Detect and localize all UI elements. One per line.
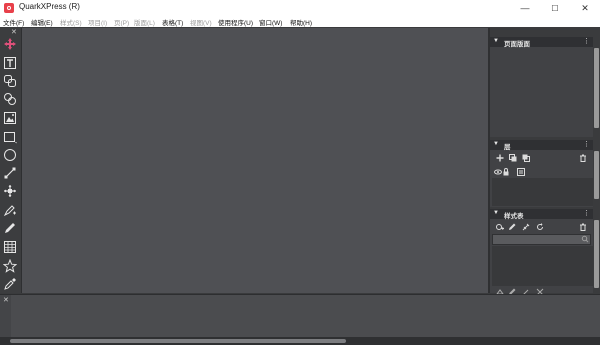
document-workspace[interactable] <box>22 28 488 293</box>
page-layout-panel: ▼ 页面版面 ⋮ <box>490 37 593 137</box>
menu-table[interactable]: 表格(T) <box>162 17 183 27</box>
bottom-panel-close-icon[interactable]: ✕ <box>3 296 9 304</box>
maximize-button[interactable]: ☐ <box>540 0 570 16</box>
menu-file[interactable]: 文件(F) <box>3 17 24 27</box>
scroll-thumb[interactable] <box>594 48 599 128</box>
text-content-icon[interactable] <box>2 55 18 71</box>
delete-style-icon[interactable] <box>578 222 587 231</box>
panel-menu-icon[interactable]: ⋮ <box>583 209 590 217</box>
menu-utilities[interactable]: 使用程序(U) <box>218 17 253 27</box>
bottom-panel: ✕ <box>0 294 600 338</box>
edit-style-icon[interactable] <box>507 222 516 231</box>
bottom-panel-area[interactable] <box>11 295 600 338</box>
layers-panel: ▼ 层 ⋮ <box>490 140 593 207</box>
menu-window[interactable]: 窗口(W) <box>259 17 282 27</box>
picture-content-icon[interactable] <box>2 110 18 126</box>
rectangle-box-icon[interactable] <box>2 129 18 145</box>
new-style-icon[interactable] <box>495 222 504 231</box>
pencil-icon[interactable] <box>2 220 18 236</box>
move-icon[interactable] <box>2 36 18 52</box>
lock-icon[interactable] <box>501 167 510 176</box>
panel-title: 页面版面 <box>504 41 530 48</box>
menu-layout[interactable]: 版面(L) <box>134 17 155 27</box>
collapse-arrow-icon[interactable]: ▼ <box>493 210 499 216</box>
menu-page[interactable]: 页(P) <box>114 17 129 27</box>
oval-box-icon[interactable] <box>2 147 18 163</box>
layers-list[interactable] <box>492 178 593 206</box>
layers-scrollbar[interactable] <box>593 140 600 207</box>
panel-menu-icon[interactable]: ⋮ <box>583 37 590 45</box>
move-item-to-layer-icon[interactable] <box>521 153 530 162</box>
page-layout-header: ▼ 页面版面 ⋮ <box>490 37 593 48</box>
menu-style[interactable]: 样式(S) <box>60 17 82 27</box>
scroll-thumb[interactable] <box>594 220 599 288</box>
style-sheets-header: ▼ 样式表 ⋮ <box>490 209 593 220</box>
table-icon[interactable] <box>2 239 18 255</box>
pen-add-point-icon[interactable] <box>2 202 18 218</box>
style-sheets-list[interactable] <box>492 246 593 286</box>
collapse-arrow-icon[interactable]: ▼ <box>493 141 499 147</box>
style-sheets-panel: ▼ 样式表 ⋮ <box>490 209 593 295</box>
eyedropper-icon[interactable] <box>2 276 18 292</box>
merge-layers-icon[interactable] <box>508 153 517 162</box>
pen-icon[interactable] <box>2 183 18 199</box>
menu-bar: 文件(F) 编辑(E) 样式(S) 项目(I) 页(P) 版面(L) 表格(T)… <box>0 16 600 27</box>
delete-layer-icon[interactable] <box>578 153 587 162</box>
layer-options-icon[interactable] <box>516 167 525 176</box>
unlinking-icon[interactable] <box>2 91 18 107</box>
linking-icon[interactable] <box>2 73 18 89</box>
minimize-button[interactable]: — <box>510 0 540 16</box>
panel-title: 层 <box>504 144 511 151</box>
new-layer-icon[interactable] <box>495 153 504 162</box>
starburst-icon[interactable] <box>2 258 18 274</box>
toolbox-close-icon[interactable]: ✕ <box>11 29 17 36</box>
window-title: QuarkXPress (R) <box>19 2 80 11</box>
line-icon[interactable] <box>2 165 18 181</box>
refresh-style-icon[interactable] <box>535 222 544 231</box>
layers-header: ▼ 层 ⋮ <box>490 140 593 151</box>
horizontal-scrollbar[interactable] <box>0 337 600 345</box>
collapse-arrow-icon[interactable]: ▼ <box>493 38 499 44</box>
page-layout-scrollbar[interactable] <box>593 37 600 137</box>
style-search-input[interactable] <box>492 234 591 245</box>
panel-title: 样式表 <box>504 213 524 220</box>
search-icon <box>580 234 589 243</box>
scroll-thumb[interactable] <box>594 151 599 199</box>
duplicate-style-icon[interactable] <box>521 222 530 231</box>
menu-edit[interactable]: 编辑(E) <box>31 17 53 27</box>
quarkxpress-app-icon <box>4 3 14 13</box>
panel-menu-icon[interactable]: ⋮ <box>583 140 590 148</box>
menu-item[interactable]: 项目(I) <box>88 17 107 27</box>
style-sheets-scrollbar[interactable] <box>593 209 600 293</box>
tools-palette: ✕ <box>0 28 22 293</box>
close-button[interactable]: ✕ <box>570 0 600 16</box>
horizontal-scroll-thumb[interactable] <box>10 339 346 343</box>
menu-help[interactable]: 帮助(H) <box>290 17 312 27</box>
menu-view[interactable]: 视图(V) <box>190 17 212 27</box>
title-bar: QuarkXPress (R) — ☐ ✕ <box>0 0 600 16</box>
